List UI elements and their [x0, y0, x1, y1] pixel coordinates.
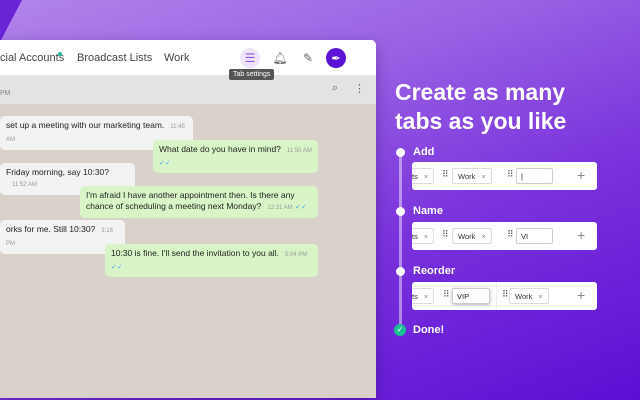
tab-bar: cial Accounts Broadcast Lists Work ☰ 🔔︎ …	[0, 40, 376, 75]
tab-broadcast-lists[interactable]: Broadcast Lists	[77, 52, 152, 64]
message-outgoing: 10:30 is fine. I'll send the invitation …	[105, 244, 318, 277]
add-tab-button[interactable]: +	[577, 227, 585, 243]
message-time: 12:31 AM	[267, 205, 293, 211]
step-reorder-label: Reorder	[413, 265, 456, 277]
chip-label: ts	[412, 172, 418, 181]
drag-handle-icon[interactable]: ⠿	[507, 229, 514, 240]
corner-decoration	[0, 0, 22, 42]
add-tab-button[interactable]: +	[577, 167, 585, 183]
step-name-label: Name	[413, 205, 443, 217]
chip-label: Work	[458, 232, 476, 241]
check-icon: ✓	[394, 324, 406, 336]
edit-icon[interactable]: ✎	[298, 48, 318, 68]
tab-chip: ts ×	[412, 288, 435, 304]
tab-chip: Work ×	[452, 168, 492, 184]
message-text: set up a meeting with our marketing team…	[6, 120, 165, 130]
message-text: orks for me. Still 10:30?	[6, 224, 96, 234]
tab-social-accounts[interactable]: cial Accounts	[0, 52, 64, 64]
tabs-editor-name: ts × ⠿ Work × ⠿ VI +	[412, 222, 597, 250]
read-check-icon: ✓✓	[295, 204, 307, 211]
tab-chip: ts ×	[412, 228, 435, 244]
close-icon[interactable]: ×	[424, 172, 428, 181]
drag-handle-icon[interactable]: ⠿	[502, 289, 509, 300]
message-time: 5:04 PM	[284, 252, 308, 258]
tab-settings-button[interactable]: ☰	[240, 48, 260, 68]
drag-handle-icon[interactable]: ⠿	[442, 229, 449, 240]
message-outgoing: What date do you have in mind? 11:50 AM ✓…	[153, 140, 318, 173]
message-text: Friday morning, say 10:30?	[6, 167, 109, 177]
tabs-editor-add: ts × ⠿ Work × ⠿ | +	[412, 162, 597, 190]
tooltip: Tab settings	[229, 69, 275, 80]
message-text: What date do you have in mind?	[159, 144, 281, 154]
drag-handle-icon[interactable]: ⠿	[507, 169, 514, 180]
tab-chip: Work ×	[509, 288, 549, 304]
message-outgoing: I'm afraid I have another appointment th…	[80, 186, 318, 218]
chip-label: Work	[515, 292, 533, 301]
tab-name-input[interactable]: VI	[516, 228, 553, 244]
divider	[496, 282, 497, 310]
avatar[interactable]: ✒	[326, 48, 346, 68]
close-icon[interactable]: ×	[481, 232, 485, 241]
chat-header: PM ⌕ ⋮	[0, 75, 376, 104]
menu-icon[interactable]: ⋮	[354, 82, 365, 95]
read-check-icon: ✓✓	[111, 264, 123, 271]
step-dot	[396, 267, 405, 276]
close-icon[interactable]: ×	[424, 292, 428, 301]
close-icon[interactable]: ×	[424, 232, 428, 241]
tab-chip: ts ×	[412, 168, 435, 184]
step-dot	[396, 207, 405, 216]
unread-dot	[58, 52, 62, 56]
step-add-label: Add	[413, 146, 435, 158]
tab-name-input[interactable]: |	[516, 168, 553, 184]
tab-work[interactable]: Work	[164, 52, 189, 64]
chip-label: ts	[412, 292, 418, 301]
tabs-editor-reorder: ts × ⠿ VIP ⠿ Work × +	[412, 282, 597, 310]
message-time: 11:52 AM	[12, 182, 37, 188]
headline: Create as many tabs as you like	[395, 79, 567, 134]
sliders-icon: ☰	[244, 51, 256, 65]
close-icon[interactable]: ×	[538, 292, 542, 301]
search-icon[interactable]: ⌕	[332, 82, 338, 95]
step-dot	[396, 148, 405, 157]
chip-label: Work	[458, 172, 476, 181]
message-text: I'm afraid I have another appointment th…	[86, 190, 295, 211]
dragged-tab[interactable]: VIP	[452, 288, 490, 304]
message-time: 11:50 AM	[286, 148, 312, 154]
drag-handle-icon[interactable]: ⠿	[443, 289, 450, 300]
step-done-label: Done!	[413, 324, 445, 336]
chip-label: ts	[412, 232, 418, 241]
timeline	[399, 152, 402, 330]
close-icon[interactable]: ×	[481, 172, 485, 181]
add-tab-button[interactable]: +	[577, 287, 585, 303]
bell-icon[interactable]: 🔔︎	[270, 48, 290, 68]
app-window: cial Accounts Broadcast Lists Work ☰ 🔔︎ …	[0, 40, 376, 398]
last-seen: PM	[0, 90, 11, 97]
read-check-icon: ✓✓	[159, 160, 171, 167]
message-text: 10:30 is fine. I'll send the invitation …	[111, 248, 279, 258]
tab-chip: Work ×	[452, 228, 492, 244]
drag-handle-icon[interactable]: ⠿	[442, 169, 449, 180]
